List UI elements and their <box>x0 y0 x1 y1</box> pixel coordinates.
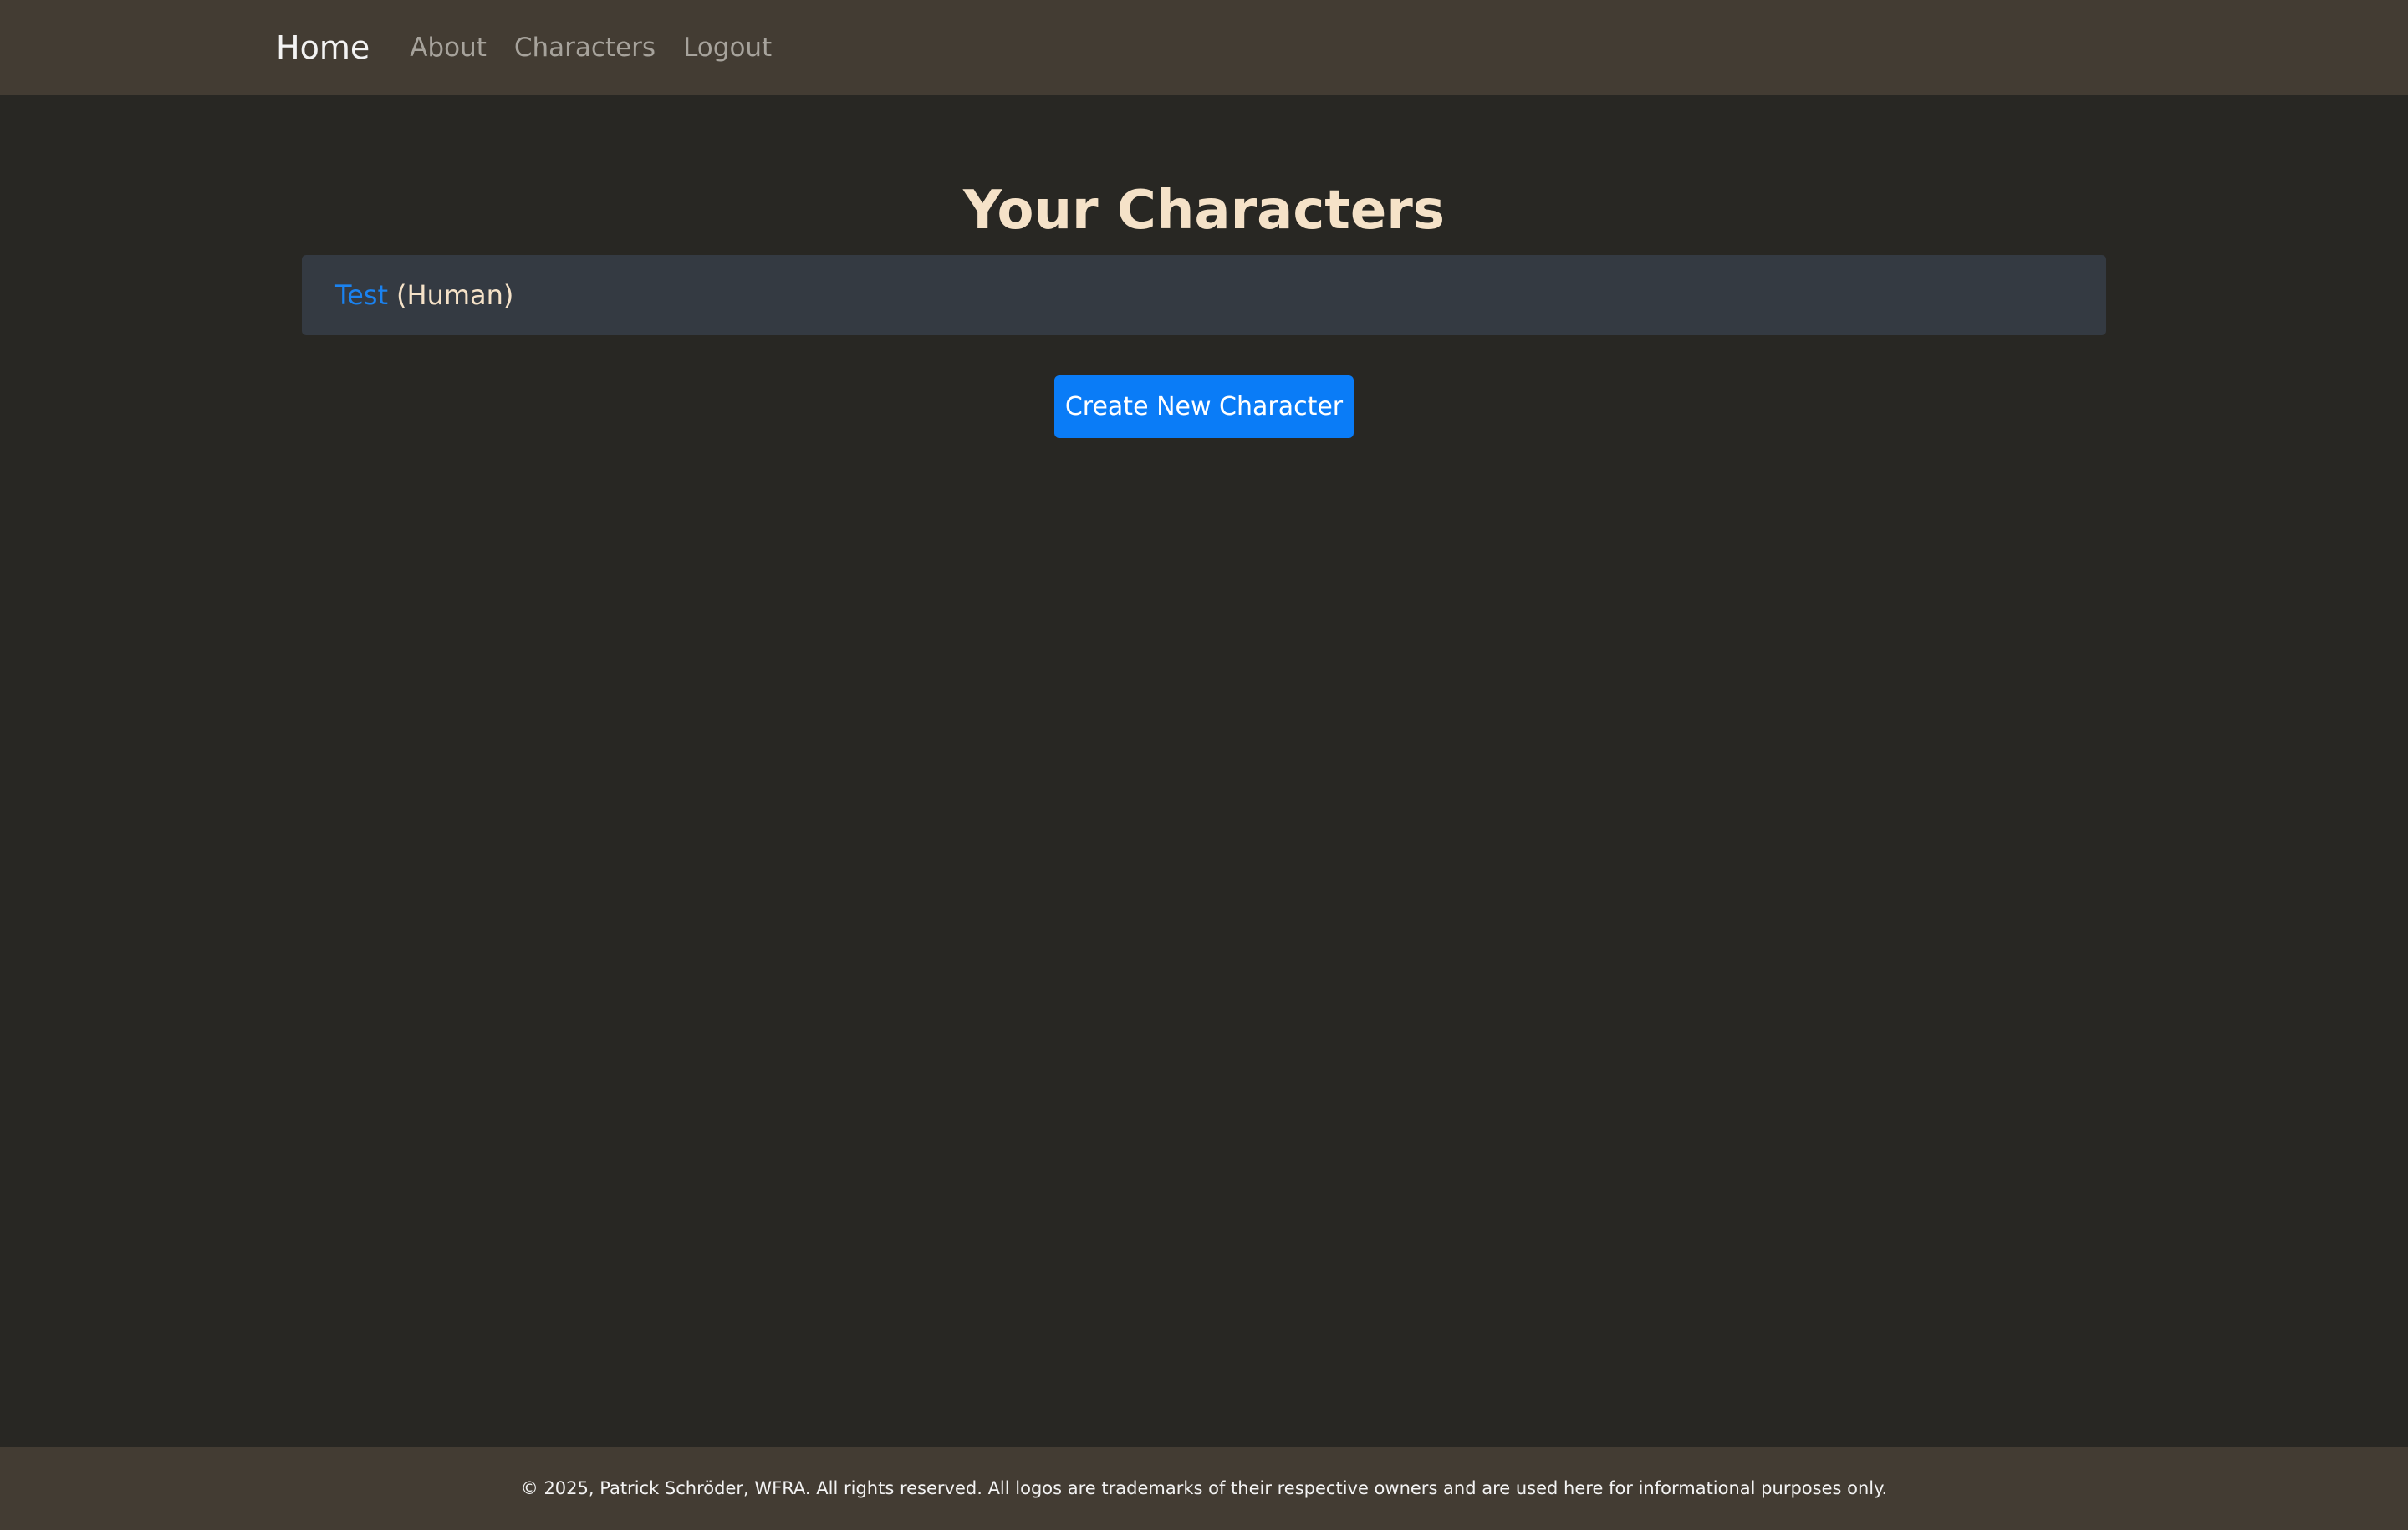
nav-home-link[interactable]: Home <box>276 32 370 64</box>
nav-logout-link[interactable]: Logout <box>683 34 772 61</box>
character-list: Test (Human) <box>302 255 2106 335</box>
character-list-item: Test (Human) <box>335 255 513 335</box>
nav-container: Home About Characters Logout <box>276 0 799 95</box>
character-name-link[interactable]: Test <box>335 279 388 311</box>
nav-about-link[interactable]: About <box>410 34 487 61</box>
navbar: Home About Characters Logout <box>0 0 2408 95</box>
page-title: Your Characters <box>963 180 1445 242</box>
nav-characters-link[interactable]: Characters <box>514 34 656 61</box>
character-race: (Human) <box>396 279 514 311</box>
footer-copyright: © 2025, Patrick Schröder, WFRA. All righ… <box>520 1478 1888 1498</box>
create-new-character-button[interactable]: Create New Character <box>1054 375 1354 438</box>
footer: © 2025, Patrick Schröder, WFRA. All righ… <box>0 1447 2408 1530</box>
